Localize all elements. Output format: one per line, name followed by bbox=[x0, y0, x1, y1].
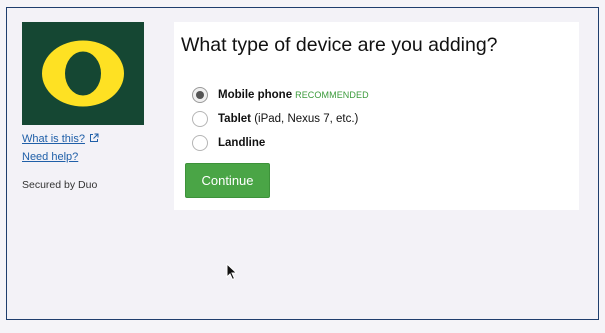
page-title: What type of device are you adding? bbox=[181, 34, 498, 56]
option-tablet[interactable]: Tablet (iPad, Nexus 7, etc.) bbox=[192, 110, 358, 128]
device-type-panel: What type of device are you adding? Mobi… bbox=[174, 22, 579, 210]
continue-button[interactable]: Continue bbox=[185, 163, 270, 198]
option-label: Tablet (iPad, Nexus 7, etc.) bbox=[218, 113, 359, 125]
option-label: Landline bbox=[218, 137, 266, 149]
external-link-icon bbox=[89, 133, 99, 147]
mouse-cursor-icon bbox=[226, 262, 238, 286]
option-landline[interactable]: Landline bbox=[192, 134, 265, 152]
need-help-link[interactable]: Need help? bbox=[22, 150, 144, 164]
landline-radio[interactable] bbox=[192, 135, 208, 151]
duo-frame: What is this? Need help? Secured by Duo … bbox=[6, 7, 599, 320]
recommended-badge: RECOMMENDED bbox=[295, 90, 369, 100]
tablet-radio[interactable] bbox=[192, 111, 208, 127]
option-label: Mobile phone RECOMMENDED bbox=[218, 89, 369, 101]
secured-by-duo-text: Secured by Duo bbox=[22, 179, 98, 191]
university-logo bbox=[22, 22, 144, 125]
option-mobile-phone[interactable]: Mobile phone RECOMMENDED bbox=[192, 86, 369, 104]
what-is-this-link[interactable]: What is this? bbox=[22, 132, 144, 147]
oregon-o-logo-icon bbox=[42, 40, 124, 107]
sidebar: What is this? Need help? Secured by Duo bbox=[22, 22, 144, 191]
mobile-phone-radio[interactable] bbox=[192, 87, 208, 103]
